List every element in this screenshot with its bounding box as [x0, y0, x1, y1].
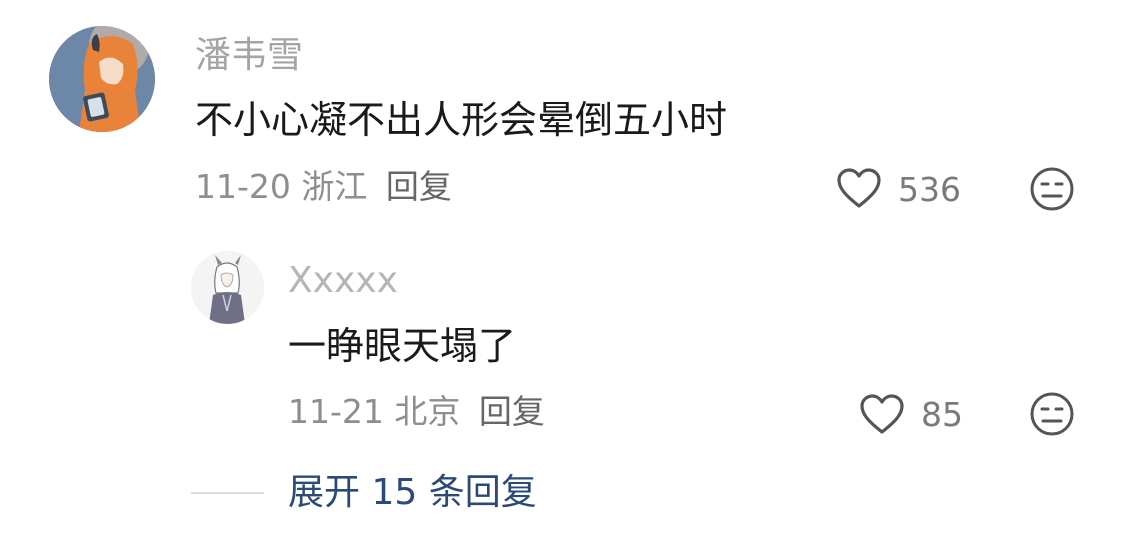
expand-replies-button[interactable]: 展开 15 条回复 [288, 475, 537, 511]
comment-date: 11-20 [195, 167, 291, 206]
reply-username[interactable]: Xxxxx [288, 263, 398, 299]
reply-meta: 11-21 北京 回复 [288, 395, 545, 428]
like-count: 536 [898, 170, 961, 209]
avatar[interactable] [49, 26, 155, 132]
reply-text: 一睁眼天塌了 [288, 324, 517, 368]
dislike-button[interactable] [1029, 166, 1075, 212]
heart-outline-icon [837, 168, 881, 208]
comment-location: 浙江 [301, 167, 368, 206]
comment-username[interactable]: 潘韦雪 [195, 38, 303, 74]
avatar-illustration [191, 251, 264, 324]
reply-reply-button[interactable]: 回复 [479, 392, 545, 431]
avatar-illustration [49, 26, 155, 132]
reply-button[interactable]: 回复 [386, 167, 452, 206]
neutral-face-icon [1030, 167, 1074, 211]
neutral-face-icon [1030, 392, 1074, 436]
comment-meta: 11-20 浙江 回复 [195, 170, 452, 203]
reply-dislike-button[interactable] [1029, 391, 1075, 437]
reply-like-count: 85 [921, 395, 963, 434]
like-button[interactable] [836, 167, 882, 209]
reply-like-button[interactable] [859, 393, 905, 435]
reply-date: 11-21 [288, 392, 384, 431]
divider [191, 492, 264, 494]
reply-location: 北京 [394, 392, 461, 431]
comment-text: 不小心凝不出人形会晕倒五小时 [195, 98, 728, 142]
heart-outline-icon [860, 394, 904, 434]
reply-avatar[interactable] [191, 251, 264, 324]
